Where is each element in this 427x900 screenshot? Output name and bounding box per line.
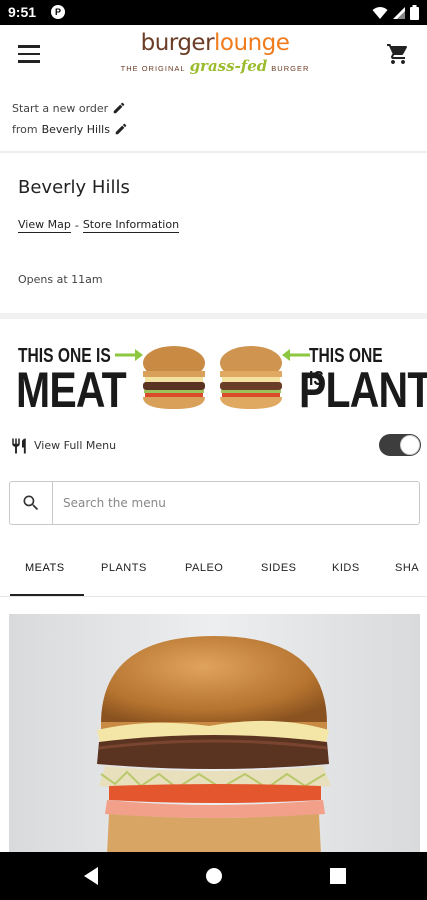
- burger-photo: [9, 614, 420, 854]
- link-separator: -: [74, 219, 79, 232]
- tab-sides[interactable]: SIDES: [261, 562, 297, 574]
- back-icon[interactable]: [82, 866, 100, 886]
- logo-word-lounge: lounge: [214, 30, 290, 56]
- wifi-icon: [372, 6, 388, 19]
- signal-icon: [393, 6, 405, 19]
- store-information-link[interactable]: Store Information: [82, 218, 180, 233]
- menu-item-image[interactable]: [9, 614, 420, 854]
- banner-left-big: MEAT: [16, 362, 127, 418]
- search-button[interactable]: [10, 482, 53, 524]
- new-order-label: Start a new order: [12, 101, 109, 115]
- store-hours: Opens at 11am: [18, 273, 103, 286]
- logo-word-burger: burger: [140, 30, 215, 56]
- order-store-row[interactable]: from Beverly Hills: [12, 122, 128, 136]
- notification-icon: P: [51, 5, 65, 19]
- view-map-link[interactable]: View Map: [18, 218, 71, 233]
- logo-tagline-grassfed: grass-fed: [189, 57, 268, 75]
- active-tab-indicator: [10, 594, 84, 596]
- search-input[interactable]: [63, 493, 403, 513]
- status-bar: 9:51 P: [0, 0, 427, 25]
- new-order-row[interactable]: Start a new order: [12, 101, 126, 115]
- app-bar: burgerlounge THE ORIGINAL grass-fed BURG…: [0, 25, 427, 85]
- status-time: 9:51: [8, 4, 37, 20]
- tab-shakes[interactable]: SHA: [395, 562, 419, 574]
- burger-lounge-logo[interactable]: burgerlounge THE ORIGINAL grass-fed BURG…: [110, 30, 320, 80]
- toggle-knob: [400, 435, 420, 455]
- tab-meats[interactable]: MEATS: [25, 562, 65, 574]
- edit-store-pencil-icon[interactable]: [114, 122, 128, 136]
- cart-icon[interactable]: [386, 42, 410, 66]
- battery-icon: [410, 5, 419, 20]
- arrow-right-icon: [115, 349, 143, 361]
- category-tabs: MEATS PLANTS PALEO SIDES KIDS SHA: [0, 545, 427, 597]
- plant-burger-image: [220, 346, 282, 409]
- tab-plants[interactable]: PLANTS: [101, 562, 147, 574]
- meat-burger-image: [143, 346, 205, 409]
- search-icon: [23, 495, 39, 511]
- menu-search-bar: [9, 481, 420, 525]
- tab-paleo[interactable]: PALEO: [185, 562, 223, 574]
- order-from-label: from: [12, 122, 38, 136]
- android-nav-bar: [0, 852, 427, 900]
- logo-tagline-left: THE ORIGINAL: [120, 64, 186, 73]
- home-icon[interactable]: [205, 866, 223, 886]
- store-card: Beverly Hills View Map - Store Informati…: [0, 155, 427, 319]
- tab-kids[interactable]: KIDS: [332, 562, 360, 574]
- store-links: View Map - Store Information: [18, 218, 180, 233]
- logo-tagline-right: BURGER: [271, 64, 310, 73]
- view-full-menu-label: View Full Menu: [34, 439, 117, 452]
- recents-icon[interactable]: [329, 866, 347, 886]
- system-icons: [372, 4, 419, 21]
- menu-icon[interactable]: [18, 45, 42, 65]
- banner-right-big: PLANT: [299, 362, 427, 418]
- view-full-menu-toggle[interactable]: [379, 434, 421, 456]
- meat-plant-banner: THIS ONE IS MEAT THIS ONE IS PLANT: [0, 325, 427, 425]
- view-full-menu-row: View Full Menu: [0, 430, 427, 464]
- order-summary: Start a new order from Beverly Hills: [0, 85, 427, 153]
- store-name: Beverly Hills: [18, 177, 130, 198]
- order-store-name: Beverly Hills: [41, 122, 110, 136]
- arrow-left-icon: [282, 349, 310, 361]
- fork-knife-icon: [12, 438, 26, 454]
- edit-order-pencil-icon[interactable]: [112, 101, 126, 115]
